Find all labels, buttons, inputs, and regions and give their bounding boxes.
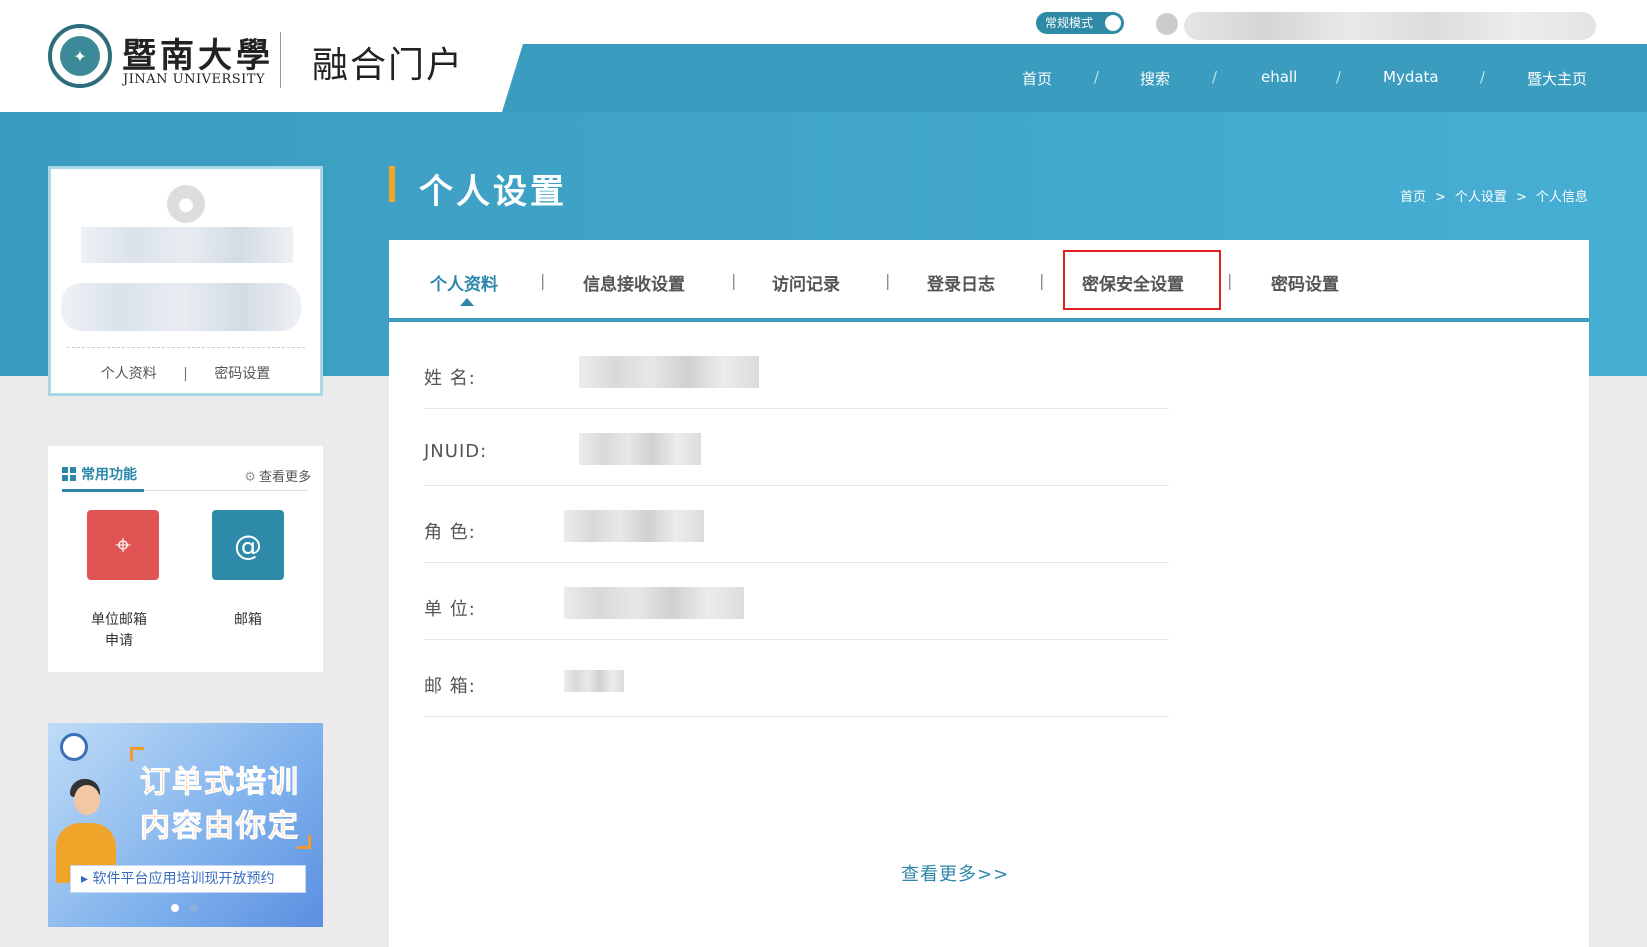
main-nav: 首页 / 搜索 / ehall / Mydata / 暨大主页 <box>1010 68 1610 92</box>
info-row-name: 姓 名: <box>424 332 1169 409</box>
nav-search[interactable]: 搜索 <box>1140 68 1170 89</box>
profile-name-redacted <box>81 227 293 263</box>
settings-tabs: 个人资料 | 信息接收设置 | 访问记录 | 登录日志 | 密保安全设置 | 密… <box>389 240 1589 322</box>
info-list: 姓 名: JNUID: 角 色: 单 位: 邮 箱: <box>424 332 1169 717</box>
nav-jnu-home[interactable]: 暨大主页 <box>1527 68 1587 89</box>
profile-link-separator: | <box>183 366 188 382</box>
tabs-underline <box>389 318 1589 322</box>
info-row-unit: 单 位: <box>424 563 1169 640</box>
profile-link-password[interactable]: 密码设置 <box>214 363 270 383</box>
info-label: 邮 箱: <box>424 676 476 697</box>
profile-dept-redacted <box>61 283 301 331</box>
page-title: 个人设置 <box>419 172 567 212</box>
nav-separator: / <box>1480 68 1486 86</box>
carousel-dot-active[interactable] <box>171 904 179 912</box>
logo-divider <box>280 32 281 88</box>
tab-password-settings[interactable]: 密码设置 <box>1271 270 1339 295</box>
mode-toggle-label: 常规模式 <box>1045 16 1094 30</box>
tab-personal-info[interactable]: 个人资料 <box>430 270 498 295</box>
info-label: JNUID: <box>424 441 488 462</box>
profile-link-personal-info[interactable]: 个人资料 <box>101 363 157 383</box>
breadcrumb: 首页 > 个人设置 > 个人信息 <box>1400 186 1588 205</box>
email-tile[interactable]: @ <box>212 510 284 580</box>
top-header: ✦ 暨南大學 JINAN UNIVERSITY 融合门户 常规模式 首页 / 搜… <box>0 0 1647 112</box>
tile-label-line1: 单位邮箱 <box>91 612 147 628</box>
common-functions-title-text: 常用功能 <box>81 467 137 483</box>
mode-toggle[interactable]: 常规模式 <box>1036 12 1124 34</box>
breadcrumb-personal-settings[interactable]: 个人设置 <box>1455 190 1507 205</box>
info-value-redacted <box>579 356 759 388</box>
tab-login-log[interactable]: 登录日志 <box>927 270 995 295</box>
toggle-knob <box>1105 15 1121 31</box>
title-accent-bar <box>389 166 395 202</box>
nav-separator: / <box>1094 68 1100 86</box>
tab-separator: | <box>540 271 546 290</box>
university-seal-icon[interactable]: ✦ <box>48 24 112 88</box>
view-more-text: 查看更多 <box>258 470 311 485</box>
training-ad-banner[interactable]: 订单式培训 内容由你定 ▸ 软件平台应用培训现开放预约 <box>48 723 323 927</box>
info-row-jnuid: JNUID: <box>424 409 1169 486</box>
info-value-redacted <box>564 587 744 619</box>
nav-home[interactable]: 首页 <box>1022 68 1052 89</box>
highlight-box <box>1063 250 1221 310</box>
info-label: 姓 名: <box>424 368 476 389</box>
unit-mailbox-apply-tile[interactable]: ⌖ <box>87 510 159 580</box>
ad-headline-2: 内容由你定 <box>140 809 300 845</box>
tab-message-settings[interactable]: 信息接收设置 <box>583 270 685 295</box>
info-label: 角 色: <box>424 522 476 543</box>
university-seal-icon <box>60 733 88 761</box>
tab-access-records[interactable]: 访问记录 <box>772 270 840 295</box>
email-icon: @ <box>234 528 262 562</box>
nav-ehall[interactable]: ehall <box>1261 68 1297 86</box>
profile-avatar-icon[interactable]: ● <box>167 185 205 223</box>
functions-underline-active <box>62 489 144 492</box>
tile-label-line2: 申请 <box>105 633 133 649</box>
info-value-redacted <box>564 670 624 692</box>
tab-separator: | <box>1227 271 1233 290</box>
breadcrumb-home[interactable]: 首页 <box>1400 190 1426 205</box>
profile-links: 个人资料 | 密码设置 <box>51 363 320 383</box>
active-tab-caret <box>460 298 474 306</box>
tab-separator: | <box>885 271 891 290</box>
tile-label-line1: 邮箱 <box>234 612 262 628</box>
tab-separator: | <box>1039 271 1045 290</box>
user-avatar-icon[interactable] <box>1156 13 1178 35</box>
tab-separator: | <box>731 271 737 290</box>
ad-caption: ▸ 软件平台应用培训现开放预约 <box>70 865 306 893</box>
view-more-link[interactable]: ⚙ 查看更多 <box>244 466 311 485</box>
grid-icon <box>62 467 76 481</box>
breadcrumb-separator: > <box>1515 190 1527 205</box>
university-logo-cn[interactable]: 暨南大學 <box>122 28 274 77</box>
nav-separator: / <box>1336 68 1342 86</box>
nav-mydata[interactable]: Mydata <box>1383 68 1439 86</box>
unit-mailbox-apply-label[interactable]: 单位邮箱 申请 <box>74 610 164 652</box>
map-pin-icon: ⌖ <box>115 528 131 561</box>
breadcrumb-personal-info: 个人信息 <box>1535 190 1588 205</box>
info-row-role: 角 色: <box>424 486 1169 563</box>
common-functions-title: 常用功能 <box>62 464 137 484</box>
info-value-redacted <box>579 433 701 465</box>
common-functions-panel: 常用功能 ⚙ 查看更多 ⌖ 单位邮箱 申请 @ 邮箱 <box>48 446 323 672</box>
person-head <box>74 785 100 815</box>
settings-panel: 个人资料 | 信息接收设置 | 访问记录 | 登录日志 | 密保安全设置 | 密… <box>389 240 1589 947</box>
info-value-redacted <box>564 510 704 542</box>
user-info-redacted[interactable] <box>1184 12 1596 40</box>
info-row-email: 邮 箱: <box>424 640 1169 717</box>
profile-card: ● 个人资料 | 密码设置 <box>48 166 323 396</box>
university-logo-en: JINAN UNIVERSITY <box>123 72 266 87</box>
see-more-link[interactable]: 查看更多>> <box>901 860 1009 886</box>
info-label: 单 位: <box>424 599 476 620</box>
email-label[interactable]: 邮箱 <box>203 610 293 631</box>
portal-title: 融合门户 <box>312 45 465 86</box>
ad-headline-1: 订单式培训 <box>140 765 300 801</box>
carousel-dot[interactable] <box>190 904 198 912</box>
gear-icon: ⚙ <box>244 470 256 485</box>
nav-separator: / <box>1212 68 1218 86</box>
profile-divider <box>67 347 305 348</box>
breadcrumb-separator: > <box>1435 190 1446 205</box>
